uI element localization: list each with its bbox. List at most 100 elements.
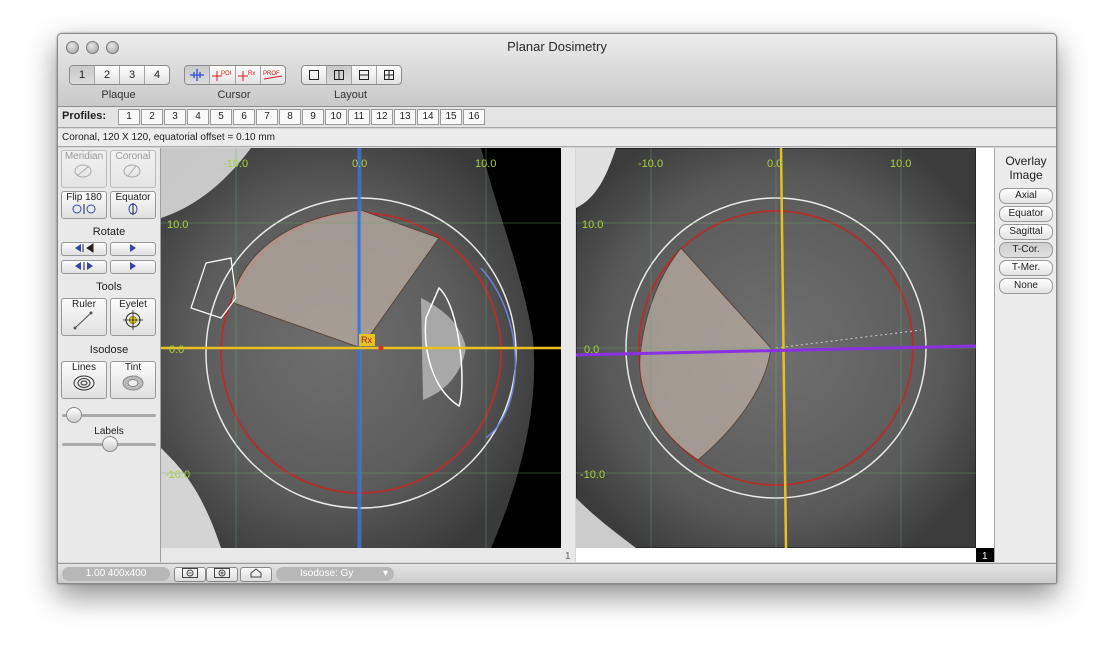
isodose-units-dropdown[interactable]: Isodose: Gy ▾ [276,567,394,581]
layout-grid-button[interactable] [377,66,401,84]
layout-two-column-button[interactable] [327,66,352,84]
poi-cursor-icon: POI [212,71,232,81]
overlay-option-axial[interactable]: Axial [999,188,1053,204]
plaque-1-button[interactable]: 1 [70,66,95,84]
plaque-2-button[interactable]: 2 [95,66,120,84]
eyelet-button[interactable]: Eyelet [110,298,156,336]
plaque-segmented-control[interactable]: 1 2 3 4 [69,65,170,85]
isodose-tint-icon [122,375,144,391]
rotate-flip-button[interactable] [61,260,107,274]
zoom-in-icon [214,568,230,578]
rx-cursor-button[interactable]: Rx [236,66,261,84]
isodose-lines-icon [73,375,95,391]
eyelet-label: Eyelet [119,299,147,310]
plaque-label: Plaque [101,89,136,101]
isodose-tint-button[interactable]: Tint [110,361,156,399]
profiles-bar: Profiles: 1 2 3 4 5 6 7 8 9 10 11 12 13 14 15 16 [58,107,1056,128]
rotate-ccw-button[interactable] [61,242,107,256]
profile-button-9[interactable]: 9 [302,109,324,125]
status-text: Coronal, 120 X 120, equatorial offset = … [58,129,1056,147]
meridian-image-canvas[interactable]: -10.0 0.0 10.0 10.0 0.0 -10.0 1 [576,148,994,562]
home-button[interactable] [240,567,272,582]
profile-button-14[interactable]: 14 [417,109,439,125]
right-view-index: 1 [982,551,988,562]
profile-button-3[interactable]: 3 [164,109,186,125]
equator-label: Equator [115,192,151,203]
crosshair-icon [190,69,205,81]
rotate-cw-button[interactable] [110,242,156,256]
overlay-option-sagittal[interactable]: Sagittal [999,224,1053,240]
right-view-y-label-0: 0.0 [584,344,599,356]
profile-button-15[interactable]: 15 [440,109,462,125]
meridian-eye-icon [74,164,92,178]
left-view-x-label-0: 0.0 [352,158,367,170]
home-icon [250,568,262,578]
profile-button-11[interactable]: 11 [348,109,370,125]
profile-button-7[interactable]: 7 [256,109,278,125]
coronal-eye-icon [123,164,141,178]
overlay-title-line2: Image [1009,168,1043,182]
isodose-units-value: Isodose: Gy [300,568,354,579]
meridian-button[interactable]: Meridian [61,150,107,188]
overlay-option-none[interactable]: None [999,278,1053,294]
rotate-flip-icon [75,262,93,270]
profile-button-10[interactable]: 10 [325,109,347,125]
plaque-3-button[interactable]: 3 [120,66,145,84]
opacity-slider-knob[interactable] [66,407,82,423]
tools-heading: Tools [96,281,122,293]
ruler-button[interactable]: Ruler [61,298,107,336]
meridian-label: Meridian [64,151,104,162]
poi-cursor-button[interactable]: POI [210,66,236,84]
equator-icon [128,203,138,215]
chevron-down-icon: ▾ [382,568,388,579]
cursor-segmented-control[interactable]: POI Rx PROF [184,65,286,85]
overlay-option-equator[interactable]: Equator [999,206,1053,222]
zoom-in-button[interactable] [206,567,238,582]
eyelet-icon [123,310,143,330]
grid-layout-icon [384,70,394,80]
layout-segmented-control[interactable] [301,65,402,85]
zoom-out-button[interactable] [174,567,206,582]
crosshair-cursor-button[interactable] [185,66,211,84]
cursor-label: Cursor [217,89,251,101]
profile-button-8[interactable]: 8 [279,109,301,125]
ruler-label: Ruler [72,299,96,310]
left-view-y-label-neg10: -10.0 [165,469,190,481]
lines-label: Lines [72,362,96,373]
layout-two-row-button[interactable] [352,66,377,84]
flip-180-label: Flip 180 [66,192,102,203]
window-title: Planar Dosimetry [507,39,607,54]
profile-button-13[interactable]: 13 [394,109,416,125]
profile-button-16[interactable]: 16 [463,109,485,125]
layout-label: Layout [333,89,368,101]
profile-cursor-button[interactable]: PROF [261,66,285,84]
profile-button-5[interactable]: 5 [210,109,232,125]
equator-button[interactable]: Equator [110,191,156,219]
left-image-view[interactable]: Rx -10.0 0.0 10.0 10.0 0.0 -10.0 1 [161,148,575,562]
profile-button-2[interactable]: 2 [141,109,163,125]
isodose-lines-button[interactable]: Lines [61,361,107,399]
overlay-option-t-mer[interactable]: T-Mer. [999,260,1053,276]
right-view-x-label-10: 10.0 [890,158,911,170]
coronal-button[interactable]: Coronal [110,150,156,188]
overlay-option-t-cor[interactable]: T-Cor. [999,242,1053,258]
profile-button-12[interactable]: 12 [371,109,393,125]
rotate-heading: Rotate [92,226,126,238]
profile-button-4[interactable]: 4 [187,109,209,125]
rotate-step-button[interactable] [110,260,156,274]
profile-button-1[interactable]: 1 [118,109,140,125]
layout-single-button[interactable] [302,66,327,84]
plaque-4-button[interactable]: 4 [145,66,169,84]
rx-cursor-icon: Rx [237,71,255,81]
main-window: Planar Dosimetry 1 2 3 4 Plaque POI Rx P… [57,33,1057,584]
flip-icon [72,204,96,214]
profile-button-6[interactable]: 6 [233,109,255,125]
coronal-image-canvas[interactable]: Rx -10.0 0.0 10.0 10.0 0.0 -10.0 1 [161,148,575,562]
right-image-view[interactable]: -10.0 0.0 10.0 10.0 0.0 -10.0 1 [576,148,994,562]
ruler-icon [73,311,93,330]
svg-text:PROF: PROF [263,71,280,77]
labels-slider-knob[interactable] [102,436,118,452]
flip-180-button[interactable]: Flip 180 [61,191,107,219]
right-view-y-label-10: 10.0 [582,219,603,231]
tint-label: Tint [124,362,142,373]
